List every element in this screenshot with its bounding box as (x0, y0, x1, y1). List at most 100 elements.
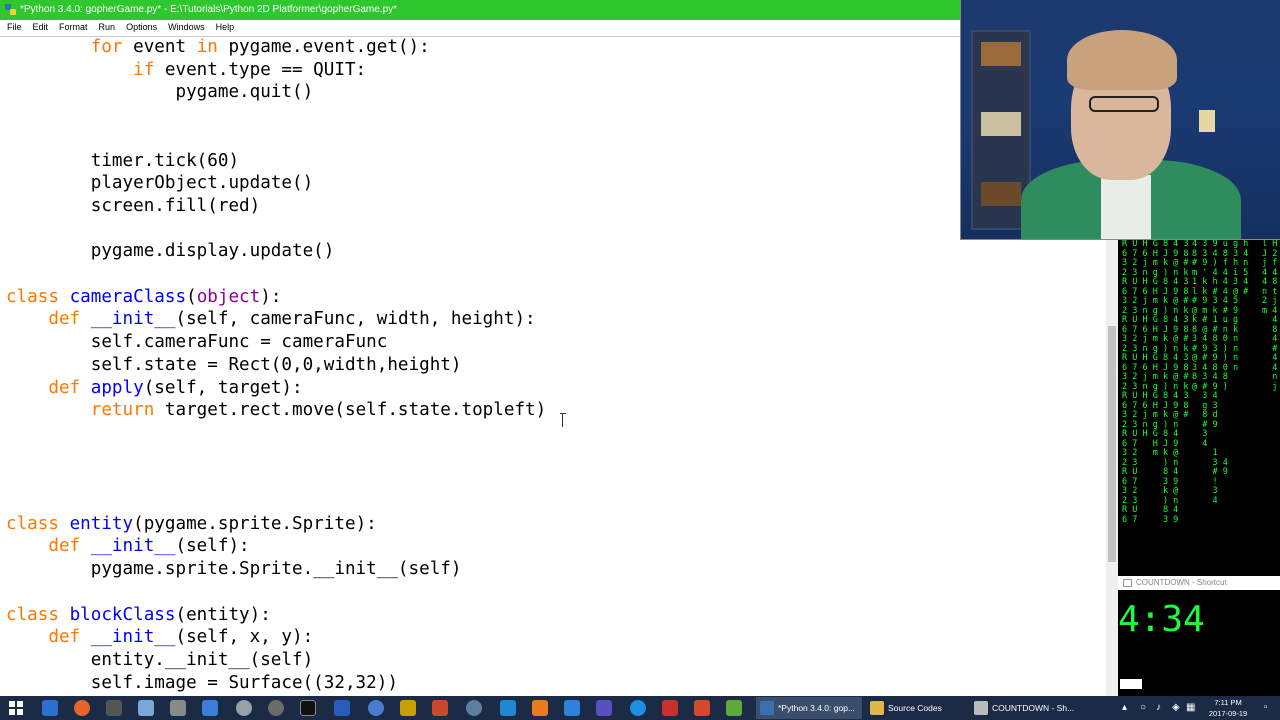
code-line: entity.__init__(self) (6, 649, 313, 671)
app-icon[interactable] (400, 700, 416, 716)
scrollbar-thumb[interactable] (1108, 326, 1116, 562)
code-line: self.cameraFunc = cameraFunc (6, 331, 388, 353)
code-token: def (48, 377, 81, 398)
webcam-overlay (960, 0, 1280, 240)
code-token: class (6, 604, 59, 625)
code-token: timer.tick(60) (6, 150, 240, 171)
code-token: (self, target): (143, 377, 303, 398)
windows-start-icon[interactable] (8, 700, 24, 716)
code-token: def (48, 309, 81, 330)
countdown-title-bar[interactable]: COUNTDOWN - Shortcut (1118, 576, 1280, 590)
menu-options[interactable]: Options (126, 20, 157, 35)
app-icon[interactable] (694, 700, 710, 716)
code-token: entity.__init__(self) (6, 649, 314, 670)
app-icon[interactable] (630, 700, 646, 716)
code-token: if (133, 59, 155, 80)
app-icon[interactable] (432, 700, 448, 716)
code-line: pygame.quit() (6, 81, 313, 103)
code-line: class entity(pygame.sprite.Sprite): (6, 513, 377, 535)
clock-time: 7:11 PM (1214, 698, 1242, 707)
app-icon[interactable] (138, 700, 154, 716)
countdown-control[interactable] (1120, 679, 1142, 689)
app-icon[interactable] (368, 700, 384, 716)
app-icon[interactable] (564, 700, 580, 716)
menu-edit[interactable]: Edit (33, 20, 49, 35)
menu-file[interactable]: File (7, 20, 22, 35)
shelf-item (981, 112, 1021, 136)
chevron-up-icon[interactable]: ▴ (1122, 696, 1127, 720)
calculator-icon[interactable] (106, 700, 122, 716)
code-line: class blockClass(entity): (6, 604, 271, 626)
volume-icon[interactable]: ♪ (1156, 696, 1161, 720)
code-token: ): (260, 286, 282, 307)
file-explorer-icon[interactable] (42, 700, 58, 716)
code-line: pygame.display.update() (6, 240, 335, 262)
app-icon[interactable] (500, 700, 516, 716)
code-editor[interactable]: for event in pygame.event.get(): if even… (0, 36, 1106, 696)
app-icon[interactable] (466, 700, 482, 716)
vlc-icon[interactable] (532, 700, 548, 716)
code-line: self.state = Rect(0,0,width,height) (6, 354, 462, 376)
notifications-icon[interactable]: ▫ (1264, 696, 1268, 720)
taskbar-app-label: Source Codes (888, 703, 942, 713)
code-token: __init__ (90, 309, 176, 330)
system-clock[interactable]: 7:11 PM 2017-09-19 (1198, 697, 1258, 719)
code-token: (self, cameraFunc, width, height): (175, 309, 536, 330)
firefox-icon[interactable] (74, 700, 90, 716)
code-line: def __init__(self, cameraFunc, width, he… (6, 308, 536, 330)
app-icon[interactable] (202, 700, 218, 716)
code-line: return target.rect.move(self.state.tople… (6, 399, 546, 421)
menu-bar: File Edit Format Run Options Windows Help (0, 20, 960, 35)
network-icon[interactable]: ○ (1140, 696, 1146, 720)
taskbar-app-countdown[interactable]: COUNTDOWN - Sh... (970, 697, 1074, 719)
code-line: class cameraClass(object): (6, 286, 281, 308)
code-token: apply (90, 377, 144, 398)
obs-icon[interactable] (268, 700, 284, 716)
menu-run[interactable]: Run (99, 20, 116, 35)
taskbar-app-python[interactable]: *Python 3.4.0: gop... (756, 697, 862, 719)
terminal-icon[interactable] (300, 700, 316, 716)
app-icon[interactable] (170, 700, 186, 716)
shelf-item (981, 182, 1021, 206)
app-icon[interactable] (662, 700, 678, 716)
app-icon[interactable] (334, 700, 350, 716)
shelf-item (981, 42, 1021, 66)
code-line: playerObject.update() (6, 172, 313, 194)
menu-format[interactable]: Format (59, 20, 88, 35)
matrix-column: 4 3 9 u g h 8 3 4 8 3 4 # 9 ) f h n m ' … (1192, 240, 1249, 506)
code-token: (entity): (175, 604, 271, 625)
code-token: in (196, 37, 218, 57)
keyboard-icon[interactable]: ▦ (1186, 696, 1195, 720)
code-token: class (6, 286, 59, 307)
wifi-icon[interactable]: ◈ (1172, 696, 1180, 720)
menu-windows[interactable]: Windows (168, 20, 205, 35)
clock-date: 2017-09-19 (1208, 709, 1248, 718)
code-token: ( (186, 286, 197, 307)
code-token: __init__ (90, 627, 176, 648)
window-title-bar[interactable]: *Python 3.4.0: gopherGame.py* - E:\Tutor… (0, 0, 1118, 20)
folder-icon (870, 701, 884, 715)
settings-icon[interactable] (236, 700, 252, 716)
idle-editor-window: *Python 3.4.0: gopherGame.py* - E:\Tutor… (0, 0, 1118, 696)
code-token: pygame.event.get(): (217, 37, 430, 57)
countdown-timer: 4:34 (1118, 599, 1205, 640)
code-token: playerObject.update() (6, 173, 314, 194)
app-icon[interactable] (596, 700, 612, 716)
notepad-icon[interactable] (726, 700, 742, 716)
code-line: def apply(self, target): (6, 377, 303, 399)
menu-help[interactable]: Help (216, 20, 235, 35)
countdown-window: COUNTDOWN - Shortcut 4:34 (1118, 576, 1280, 696)
code-token: (self): (175, 536, 250, 557)
taskbar-app-source-codes[interactable]: Source Codes (866, 697, 966, 719)
code-line: screen.fill(red) (6, 195, 260, 217)
matrix-column: l H J 2 j f 4 4 4 8 n t 2 j m 4 4 8 4 # … (1262, 240, 1278, 392)
code-line: def __init__(self, x, y): (6, 626, 313, 648)
